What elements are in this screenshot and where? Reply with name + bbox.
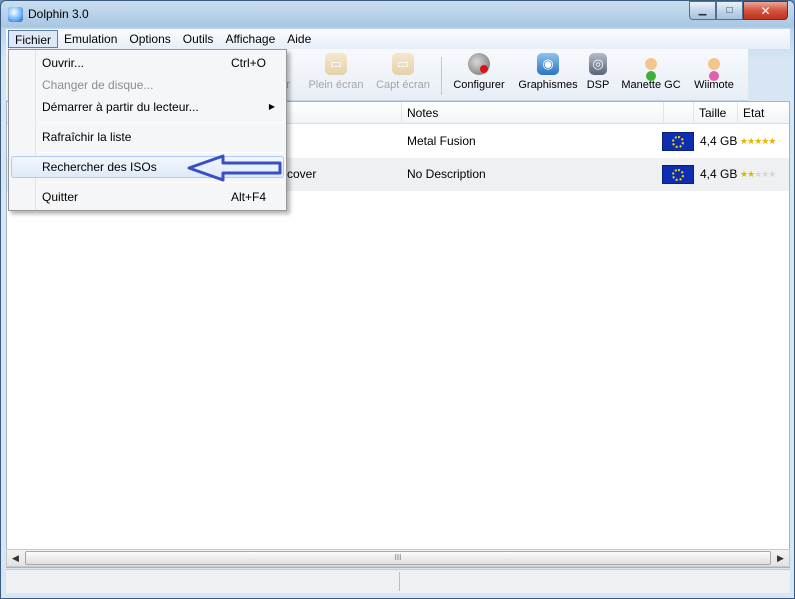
menu-item-label: Rechercher des ISOs	[42, 160, 157, 174]
game-size: 4,4 GB	[700, 167, 738, 181]
wiimote-icon	[703, 53, 725, 75]
game-title: cover	[287, 167, 317, 181]
scrollbar-grip: III	[394, 553, 402, 562]
rating-stars: ★★★★★	[740, 169, 776, 179]
dolphin-app-icon	[8, 7, 23, 22]
menu-separator	[39, 122, 284, 123]
game-notes: Metal Fusion	[407, 134, 476, 148]
menu-options[interactable]: Options	[123, 30, 176, 48]
speaker-icon: ◎	[589, 53, 607, 75]
menu-bar: Fichier Emulation Options Outils Afficha…	[6, 29, 790, 49]
dsp-button[interactable]: ◎ DSP	[586, 53, 610, 99]
menu-item-shortcut: Ctrl+O	[230, 56, 266, 70]
menu-separator	[39, 152, 284, 153]
toolbar-button-label: Manette GC	[621, 79, 681, 91]
menu-aide[interactable]: Aide	[281, 30, 317, 48]
menu-item-label: Quitter	[42, 190, 79, 204]
dolphin-window: Dolphin 3.0 ▁ □ ✕ Fichier Emulation Opti…	[0, 0, 795, 599]
toolbar-button-label: Graphismes	[518, 79, 578, 91]
toolbar-button-label: DSP	[586, 79, 610, 91]
horizontal-scrollbar[interactable]: ◀ III ▶	[6, 549, 790, 567]
maximize-button[interactable]: □	[716, 1, 743, 20]
menu-item-changer-disque: Changer de disque...	[11, 74, 284, 96]
menu-emulation[interactable]: Emulation	[58, 30, 123, 48]
submenu-arrow-icon: ▶	[268, 102, 275, 111]
status-bar	[6, 569, 790, 593]
game-notes: No Description	[407, 167, 486, 181]
menu-item-demarrer-lecteur[interactable]: Démarrer à partir du lecteur... ▶	[11, 96, 284, 118]
eu-flag-icon	[662, 165, 694, 184]
menu-item-label: Démarrer à partir du lecteur...	[42, 100, 199, 114]
status-divider	[399, 572, 400, 591]
graphics-icon: ◉	[537, 53, 559, 75]
menu-outils[interactable]: Outils	[177, 30, 220, 48]
eu-flag-icon	[662, 132, 694, 151]
graphics-button[interactable]: ◉ Graphismes	[516, 53, 580, 99]
title-bar[interactable]: Dolphin 3.0 ▁ □ ✕	[1, 1, 794, 29]
fullscreen-button[interactable]: ▭ Plein écran	[306, 53, 366, 99]
toolbar-button-label: Wiimote	[694, 79, 734, 91]
configure-button[interactable]: Configurer	[450, 53, 508, 99]
scrollbar-thumb[interactable]: III	[25, 551, 771, 565]
toolbar-button-label: Plein écran	[308, 79, 364, 91]
wrench-icon	[468, 53, 490, 75]
gc-controller-icon	[640, 53, 662, 75]
fullscreen-icon: ▭	[325, 53, 347, 75]
toolbar-button-label: Capt écran	[376, 79, 430, 91]
minimize-icon: ▁	[698, 5, 707, 16]
column-header-size[interactable]: Taille	[694, 102, 738, 124]
menu-item-label: Ouvrir...	[42, 56, 85, 70]
menu-item-ouvrir[interactable]: Ouvrir... Ctrl+O	[11, 52, 284, 74]
menu-item-label: Rafraîchir la liste	[42, 130, 132, 144]
minimize-button[interactable]: ▁	[689, 1, 716, 20]
fichier-dropdown-menu: Ouvrir... Ctrl+O Changer de disque... Dé…	[8, 49, 287, 211]
rating-stars: ★★★★★	[740, 136, 776, 146]
menu-affichage[interactable]: Affichage	[219, 30, 281, 48]
toolbar-separator	[441, 57, 442, 95]
wiimote-button[interactable]: Wiimote	[692, 53, 736, 99]
scroll-left-icon[interactable]: ◀	[7, 550, 24, 566]
menu-item-label: Changer de disque...	[42, 78, 154, 92]
maximize-icon: □	[726, 5, 733, 16]
column-header-state[interactable]: Etat	[738, 102, 791, 124]
menu-item-rafraichir[interactable]: Rafraîchir la liste	[11, 126, 284, 148]
menu-item-quitter[interactable]: Quitter Alt+F4	[11, 186, 284, 208]
column-header-notes[interactable]: Notes	[402, 102, 664, 124]
menu-fichier[interactable]: Fichier	[8, 30, 59, 48]
game-size: 4,4 GB	[700, 134, 738, 148]
annotation-arrow-icon	[187, 154, 282, 182]
toolbar-button-label: Configurer	[453, 79, 505, 91]
gc-controller-button[interactable]: Manette GC	[620, 53, 682, 99]
menu-separator	[39, 182, 284, 183]
window-title: Dolphin 3.0	[28, 7, 89, 21]
window-controls: ▁ □ ✕	[689, 1, 788, 20]
screenshot-icon: ▭	[392, 53, 414, 75]
close-button[interactable]: ✕	[743, 1, 788, 20]
menu-item-shortcut: Alt+F4	[230, 190, 266, 204]
column-header-region[interactable]	[664, 102, 694, 124]
scroll-right-icon[interactable]: ▶	[772, 550, 789, 566]
screenshot-button[interactable]: ▭ Capt écran	[373, 53, 433, 99]
close-icon: ✕	[760, 3, 771, 18]
